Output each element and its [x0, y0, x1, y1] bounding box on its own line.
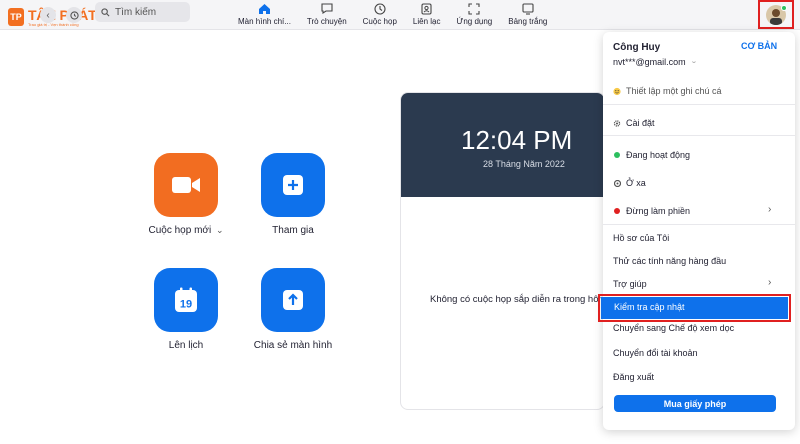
video-camera-icon [154, 153, 218, 217]
menu-item-status-dnd[interactable]: Đừng làm phiền [613, 206, 690, 216]
user-email: nvt***@gmail.com ᵕ [613, 57, 696, 67]
search-placeholder: Tìm kiếm [115, 6, 157, 18]
tab-label: Màn hình chí... [238, 17, 291, 26]
menu-item-sign-out[interactable]: Đăng xuất [613, 372, 654, 382]
menu-item-portrait-view[interactable]: Chuyển sang Chế độ xem dọc [613, 323, 734, 333]
join-meeting-button[interactable]: Tham gia [253, 153, 333, 236]
current-time: 12:04 PM [461, 125, 573, 155]
chevron-right-icon: › [768, 204, 772, 215]
menu-item-settings[interactable]: Cài đặt [613, 118, 655, 128]
no-meetings-text: Không có cuộc họp sắp diễn ra trong hôm [430, 294, 607, 305]
search-input[interactable]: Tìm kiếm [95, 2, 190, 22]
new-meeting-label: Cuộc họp mới [148, 225, 212, 236]
brand-logo-icon: TP [8, 8, 24, 26]
schedule-meeting-label: Lên lịch [168, 340, 204, 351]
buy-license-button[interactable]: Mua giấy phép [614, 395, 776, 412]
calendar-icon: 19 [154, 268, 218, 332]
plan-badge[interactable]: CƠ BẢN [741, 41, 777, 51]
plus-icon [261, 153, 325, 217]
tab-label: Cuộc họp [362, 17, 397, 26]
user-name: Công Huy [613, 42, 661, 53]
smiley-icon [613, 87, 621, 95]
menu-item-try-features[interactable]: Thử các tính năng hàng đầu [613, 256, 726, 266]
current-date: 28 Tháng Năm 2022 [483, 159, 565, 169]
clock-icon [374, 2, 386, 15]
status-dot-active-icon [613, 151, 621, 159]
apps-icon [468, 2, 480, 15]
tab-contacts[interactable]: Liên lạc [412, 0, 441, 30]
join-meeting-label: Tham gia [272, 225, 314, 236]
email-visibility-icon[interactable]: ᵕ [692, 57, 695, 67]
profile-menu: Công Huy CƠ BẢN nvt***@gmail.com ᵕ Thiết… [603, 32, 795, 430]
online-status-dot [781, 5, 787, 11]
tab-apps[interactable]: Ứng dụng [456, 0, 492, 30]
share-screen-button[interactable]: Chia sẻ màn hình [253, 268, 333, 351]
schedule-meeting-button[interactable]: 19 Lên lịch [146, 268, 226, 351]
gear-icon [613, 119, 621, 127]
profile-avatar-button[interactable] [758, 0, 794, 29]
home-icon [258, 2, 271, 15]
tab-meetings[interactable]: Cuộc họp [363, 0, 397, 30]
tab-label: Liên lạc [412, 17, 441, 26]
highlight-annotation-box [598, 294, 791, 322]
status-away-icon [613, 179, 621, 187]
menu-item-status-away[interactable]: Ở xa [613, 178, 646, 188]
menu-item-profile[interactable]: Hồ sơ của Tôi [613, 233, 669, 243]
calendar-day-number: 19 [180, 299, 192, 311]
chat-icon [321, 2, 333, 15]
status-note-input[interactable]: Thiết lập một ghi chú cá [613, 86, 722, 96]
history-icon[interactable] [66, 7, 82, 23]
chevron-right-icon: › [768, 277, 772, 288]
share-screen-label: Chia sẻ màn hình [253, 340, 333, 351]
clock-header: 12:04 PM 28 Tháng Năm 2022 [401, 93, 604, 197]
whiteboard-icon [522, 2, 534, 15]
menu-item-status-active[interactable]: Đang hoạt động [613, 150, 690, 160]
tab-label: Bảng trắng [508, 17, 548, 26]
contacts-icon [421, 2, 432, 15]
new-meeting-button[interactable]: Cuộc họp mới ⌄ [146, 153, 226, 236]
tab-home[interactable]: Màn hình chí... [238, 0, 291, 30]
search-icon [101, 7, 110, 16]
back-arrow-icon[interactable]: ‹ [40, 7, 56, 23]
brand-name: TÂN PHÁT [28, 6, 97, 23]
main-tabs: Màn hình chí... Trò chuyện Cuộc họp Liên… [238, 0, 563, 30]
tab-chat[interactable]: Trò chuyện [307, 0, 347, 30]
brand-tagline: Trao giá trị - Vẹn thành công [28, 21, 79, 27]
tab-label: Ứng dụng [456, 17, 493, 26]
upcoming-meetings-panel: 12:04 PM 28 Tháng Năm 2022 [400, 92, 605, 410]
chevron-down-icon[interactable]: ⌄ [216, 225, 224, 235]
share-up-arrow-icon [261, 268, 325, 332]
menu-item-help[interactable]: Trợ giúp [613, 279, 647, 289]
tab-label: Trò chuyện [306, 17, 347, 26]
menu-item-switch-account[interactable]: Chuyển đổi tài khoản [613, 348, 698, 358]
top-bar: TP TÂN PHÁT Trao giá trị - Vẹn thành côn… [0, 0, 800, 30]
tab-whiteboard[interactable]: Bảng trắng [508, 0, 547, 30]
status-dnd-icon [613, 207, 621, 215]
